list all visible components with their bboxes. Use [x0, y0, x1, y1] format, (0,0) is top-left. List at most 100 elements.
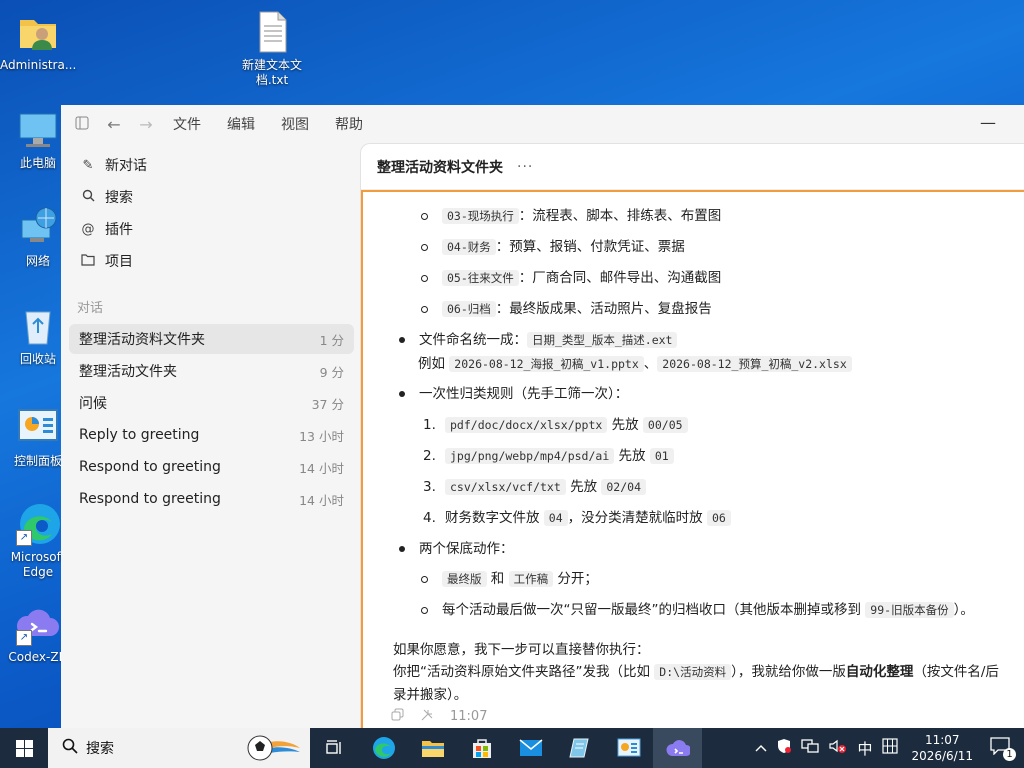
codex-cloud-icon	[666, 740, 690, 756]
outro-text: ），我就给你做一版	[731, 664, 846, 680]
folder-code: 04-财务	[442, 239, 496, 255]
example-code: 2026-08-12_预算_初稿_v2.xlsx	[657, 356, 852, 372]
conversation-item[interactable]: Respond to greeting 14 小时	[69, 452, 354, 482]
naming-code: 日期_类型_版本_描述.ext	[527, 332, 678, 348]
folder-desc: ：厂商合同、邮件导出、沟通截图	[518, 270, 722, 286]
list-item: 04-财务 ：预算、报销、付款凭证、票据	[421, 235, 685, 255]
folder-code: 05-往来文件	[442, 270, 519, 286]
bullet	[399, 546, 405, 552]
computer-icon	[16, 108, 60, 152]
example-line: 例如 2026-08-12_海报_初稿_v1.pptx、 2026-08-12_预…	[418, 352, 852, 372]
conversation-title: Reply to greeting	[79, 427, 200, 443]
clock[interactable]: 11:07 2026/6/11	[911, 732, 973, 764]
outro-line: 如果你愿意，我下一步可以直接替你执行：	[393, 642, 650, 658]
chevron-up-icon[interactable]	[755, 740, 767, 756]
rule-target: 01	[649, 448, 674, 464]
menu-edit[interactable]: 编辑	[227, 114, 255, 134]
conversation-item[interactable]: 问候 37 分	[69, 388, 354, 418]
search-label: 搜索	[105, 190, 133, 206]
safeguard-text: 分开；	[557, 571, 598, 587]
control-panel-icon	[16, 406, 60, 450]
notification-icon[interactable]: 1	[990, 737, 1016, 761]
rule-target: 06	[706, 510, 731, 526]
menu-file[interactable]: 文件	[173, 114, 201, 134]
bullet	[421, 305, 428, 313]
desktop-icon-text-file[interactable]: 新建文本文档.txt	[234, 10, 310, 88]
taskbar-codex[interactable]	[653, 728, 702, 768]
safeguard-text: ）。	[953, 602, 974, 618]
start-button[interactable]	[0, 728, 48, 768]
conversation-time: 14 小时	[299, 492, 344, 508]
sidebar-toggle-icon[interactable]	[71, 115, 93, 134]
taskbar-search[interactable]: 搜索	[48, 728, 310, 768]
safeguard-label: 两个保底动作：	[419, 541, 514, 557]
conversation-item[interactable]: 整理活动文件夹 9 分	[69, 356, 354, 386]
copy-icon[interactable]	[391, 708, 404, 725]
list-item: 两个保底动作：	[399, 537, 514, 557]
rule-code: csv/xlsx/vcf/txt	[445, 479, 566, 495]
network-icon	[16, 206, 60, 250]
desktop-icon-administrator[interactable]: Administra...	[0, 10, 76, 73]
more-options-icon[interactable]: ···	[517, 159, 533, 175]
keyboard-grid-icon[interactable]	[882, 738, 899, 758]
new-chat-button[interactable]: ✎ 新对话	[61, 149, 361, 181]
taskbar-store[interactable]	[457, 728, 506, 768]
safeguard-code: 99-旧版本备份	[865, 602, 954, 618]
conversation-title: Respond to greeting	[79, 491, 221, 507]
rule-code: pdf/doc/docx/xlsx/pptx	[445, 417, 608, 433]
volume-muted-icon[interactable]	[829, 739, 847, 757]
list-item: 一次性归类规则（先手工筛一次）：	[399, 382, 628, 402]
taskbar-edge[interactable]	[359, 728, 408, 768]
message-actions: 11:07	[391, 708, 503, 725]
taskbar-file-explorer[interactable]	[408, 728, 457, 768]
conversation-item[interactable]: 整理活动资料文件夹 1 分	[69, 324, 354, 354]
rule-item: 3. csv/xlsx/vcf/txt 先放 02/04	[423, 475, 646, 495]
desktop-icon-label: 新建文本文档.txt	[241, 58, 302, 87]
taskbar-notepad[interactable]	[555, 728, 604, 768]
outro-bold: 自动化整理	[845, 664, 914, 680]
ime-indicator[interactable]: 中	[857, 738, 872, 759]
example-separator: 、	[643, 356, 658, 372]
security-shield-icon[interactable]	[777, 738, 792, 758]
rule-text: 先放	[570, 479, 598, 495]
at-icon: @	[81, 221, 95, 237]
taskbar-control-panel[interactable]	[604, 728, 653, 768]
minimize-button[interactable]: —	[980, 113, 998, 132]
conversation-title: 问候	[79, 396, 107, 412]
rule-target: 04	[543, 510, 568, 526]
outro-line: 录并搬家）。	[393, 687, 468, 703]
search-label: 搜索	[86, 741, 114, 757]
menu-help[interactable]: 帮助	[335, 114, 363, 134]
store-icon	[472, 739, 491, 758]
new-chat-label: 新对话	[105, 158, 147, 174]
naming-label: 文件命名统一成：	[419, 332, 527, 348]
shortcut-arrow-icon: ↗	[16, 530, 32, 546]
desktop-icon-label: Administra...	[0, 58, 77, 72]
conversation-time: 1 分	[319, 332, 344, 348]
task-view-button[interactable]	[310, 728, 359, 768]
plugins-button[interactable]: @ 插件	[61, 213, 361, 245]
system-tray: 中 11:07 2026/6/11 1	[750, 728, 1024, 768]
conversation-item[interactable]: Respond to greeting 14 小时	[69, 484, 354, 514]
back-arrow-icon[interactable]: ←	[103, 115, 125, 134]
folder-plus-icon	[79, 253, 97, 270]
conversation-title: 整理活动文件夹	[79, 364, 177, 380]
safeguard-text: 每个活动最后做一次“只留一版最终”的归档收口（其他版本删掉或移到	[442, 602, 861, 618]
rule-code: jpg/png/webp/mp4/psd/ai	[445, 448, 615, 464]
rule-number: 1.	[423, 417, 436, 433]
bullet	[421, 274, 428, 282]
forward-arrow-icon[interactable]: →	[135, 115, 157, 134]
branch-icon[interactable]	[420, 708, 434, 725]
list-item: 06-归档 ：最终版成果、活动照片、复盘报告	[421, 297, 712, 317]
conversation-item[interactable]: Reply to greeting 13 小时	[69, 420, 354, 450]
rules-label: 一次性归类规则（先手工筛一次）：	[419, 386, 629, 402]
example-code: 2026-08-12_海报_初稿_v1.pptx	[449, 356, 644, 372]
rule-target: 02/04	[601, 479, 646, 495]
taskbar-mail[interactable]	[506, 728, 555, 768]
network-icon[interactable]	[801, 739, 820, 757]
clock-date: 2026/6/11	[911, 749, 973, 763]
menu-view[interactable]: 视图	[281, 114, 309, 134]
projects-button[interactable]: 项目	[61, 245, 361, 277]
edge-icon: ↗	[16, 502, 60, 546]
search-button[interactable]: 搜索	[61, 181, 361, 213]
